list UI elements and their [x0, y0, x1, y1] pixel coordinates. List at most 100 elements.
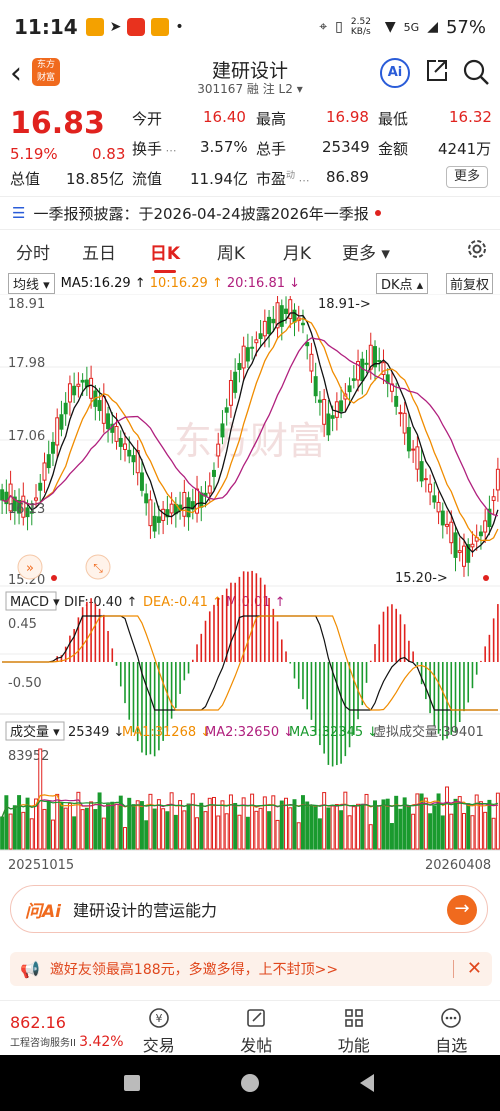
- volume-bar: [330, 804, 335, 850]
- pe-value: 86.89: [326, 168, 369, 186]
- svg-text:¥: ¥: [155, 1012, 162, 1025]
- close-icon[interactable]: ✕: [467, 958, 482, 979]
- kline-chart[interactable]: 东方财富 18.91 17.98 17.06 16.13 15.20 18.91…: [0, 294, 500, 874]
- back-button[interactable]: [360, 1074, 374, 1092]
- volume-bar: [72, 816, 77, 850]
- trade-button[interactable]: ¥ 交易: [110, 1001, 208, 1055]
- candle-body: [326, 413, 331, 436]
- function-button[interactable]: 功能: [305, 1001, 403, 1055]
- index-name: 工程咨询服务II: [10, 1038, 76, 1049]
- macd-selector[interactable]: MACD ▾: [10, 595, 60, 610]
- turnover-label[interactable]: 换手 ⋯: [132, 138, 177, 159]
- search-icon[interactable]: [462, 58, 490, 86]
- volume-bar: [326, 807, 331, 850]
- candle-body: [470, 543, 475, 548]
- volume-bar: [491, 817, 496, 850]
- promo-text: 邀好友领最高188元，多邀多得，上不封顶>>: [49, 962, 339, 978]
- mktcap-value: 18.85亿: [66, 170, 124, 188]
- post-button[interactable]: 发帖: [208, 1001, 306, 1055]
- volume-bar: [250, 793, 255, 850]
- volume-bar: [178, 800, 183, 850]
- candle-body: [207, 485, 212, 494]
- tab-five-day[interactable]: 五日: [66, 239, 132, 264]
- candle-body: [228, 380, 233, 406]
- promo-banner[interactable]: 📢 邀好友领最高188元，多邀多得，上不封顶>> ✕: [10, 952, 492, 986]
- candle-body: [445, 523, 450, 527]
- volume-bar: [453, 798, 458, 850]
- volume-bar: [267, 811, 272, 850]
- recents-button[interactable]: [124, 1075, 140, 1091]
- indicator-selector[interactable]: 均线 ▾: [8, 272, 55, 294]
- share-icon[interactable]: [424, 58, 450, 84]
- trade-icon: ¥: [148, 1008, 169, 1028]
- candle-body: [322, 399, 327, 425]
- watchlist-button[interactable]: 自选: [403, 1001, 500, 1055]
- adjust-button[interactable]: 前复权: [446, 273, 494, 294]
- candle-body: [411, 448, 416, 451]
- candle-body: [313, 376, 318, 397]
- notification-icons: ➤ •: [85, 18, 184, 36]
- volume-bar: [12, 805, 17, 850]
- fullscreen-icon: ⤡: [93, 561, 103, 575]
- tab-monthly-k[interactable]: 月K: [264, 239, 330, 264]
- volume-bar: [368, 824, 373, 850]
- candle-body: [284, 308, 289, 314]
- open-value: 16.40: [203, 108, 246, 126]
- volume-bar: [389, 823, 394, 850]
- volume-bar: [377, 805, 382, 850]
- candle-body: [254, 339, 259, 344]
- volume-bar: [398, 808, 403, 850]
- pe-label[interactable]: 市盈动 ⋯: [256, 168, 310, 189]
- index-ticker[interactable]: 862.16 工程咨询服务II 3.42%: [0, 1001, 124, 1055]
- app-notification-icon: [85, 18, 104, 36]
- index-info: 工程咨询服务II 3.42%: [10, 1034, 124, 1050]
- candle-body: [483, 520, 488, 533]
- volume-bar: [123, 827, 127, 850]
- nav-bar: ‹ 东方 财富 建研设计 301167 融 注 L2 ▾ Ai: [0, 54, 500, 96]
- expand-button[interactable]: »: [17, 554, 43, 580]
- tab-weekly-k[interactable]: 周K: [198, 239, 264, 264]
- price-axis-label: 17.06: [8, 429, 45, 444]
- volume-bar: [63, 807, 68, 850]
- low-label: 最低: [378, 110, 409, 128]
- candle-body: [317, 399, 322, 403]
- candle-body: [440, 510, 445, 526]
- x-axis-start: 20251015: [8, 858, 74, 873]
- volume-bar: [93, 809, 98, 850]
- volume-bar: [156, 799, 161, 850]
- arrow-right-icon[interactable]: →: [447, 895, 477, 925]
- tab-daily-k[interactable]: 日K: [132, 239, 198, 273]
- tab-more[interactable]: 更多 ▾: [330, 239, 402, 264]
- volume-selector[interactable]: 成交量 ▾: [10, 724, 60, 740]
- notice-bar[interactable]: ☰ 一季报预披露：于2026-04-24披露2026年一季报: [0, 196, 500, 230]
- volume-bar: [495, 792, 500, 850]
- volume-bar: [207, 797, 212, 850]
- candle-body: [182, 491, 187, 517]
- tab-intraday[interactable]: 分时: [0, 239, 66, 264]
- fullscreen-button[interactable]: ⤡: [85, 554, 111, 580]
- gear-icon[interactable]: [464, 236, 490, 262]
- volume-bar: [411, 813, 416, 850]
- candle-body: [377, 360, 382, 363]
- ai-button[interactable]: Ai: [380, 58, 410, 88]
- candle-body: [334, 401, 339, 418]
- home-button[interactable]: [241, 1074, 259, 1092]
- candle-body: [398, 412, 403, 415]
- candle-body: [394, 395, 399, 407]
- ai-logo: 问Ai: [25, 901, 61, 922]
- volume-bar: [50, 819, 55, 850]
- volume-bar: [288, 807, 293, 850]
- volume-bar: [237, 814, 242, 850]
- volume-bar: [228, 794, 233, 850]
- ai-question-bar[interactable]: 问Ai 建研设计的营运能力 →: [10, 885, 488, 933]
- change-percent: 5.19%: [10, 145, 58, 163]
- volume-bar: [21, 811, 26, 850]
- dk-point-button[interactable]: DK点 ▴: [376, 273, 429, 294]
- candle-body: [436, 501, 441, 513]
- turnover-value: 3.57%: [200, 138, 248, 156]
- float-value: 11.94亿: [190, 170, 248, 188]
- net-speed: 2.52 KB/s: [350, 17, 371, 37]
- more-button[interactable]: 更多: [446, 166, 488, 188]
- volume-bar: [169, 792, 174, 850]
- volume-bar: [317, 818, 322, 850]
